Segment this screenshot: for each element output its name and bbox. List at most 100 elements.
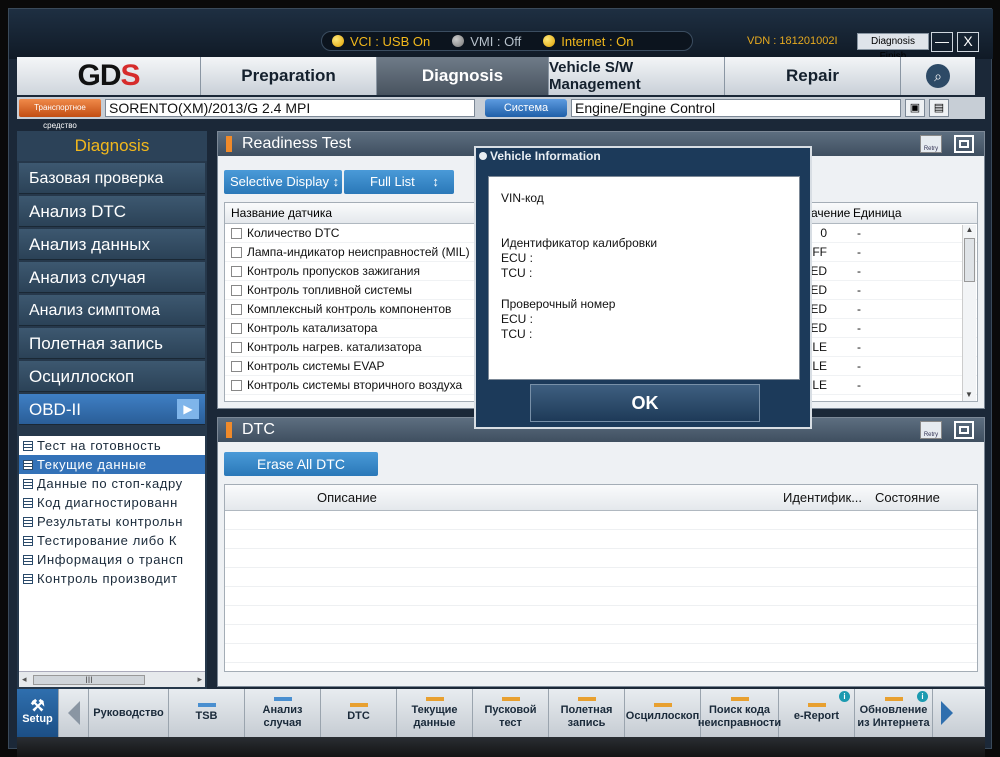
vci-status-icon: [332, 35, 344, 47]
status-bar-icon: [730, 696, 749, 701]
vehicle-field[interactable]: SORENTO(XM)/2013/G 2.4 MPI: [105, 99, 475, 117]
toolbar-dtc-search-button[interactable]: Поиск кода неисправности: [698, 689, 781, 737]
sidebar-item-oscilloscope[interactable]: Осциллоскоп: [19, 361, 205, 392]
row-checkbox[interactable]: [231, 380, 242, 391]
status-bar-icon: [425, 696, 444, 701]
row-checkbox[interactable]: [231, 361, 242, 372]
maximize-icon[interactable]: [954, 135, 974, 153]
toolbar-actuation-test-button[interactable]: Пусковой тест: [473, 689, 549, 737]
dialog-body: VIN-код Идентификатор калибровки ECU : T…: [488, 176, 800, 380]
search-button[interactable]: ⌕: [901, 57, 975, 95]
col-sensor-name[interactable]: Название датчика: [231, 203, 332, 224]
tab-preparation[interactable]: Preparation: [201, 57, 377, 95]
toolbar-internet-update-button[interactable]: i Обновление из Интернета: [855, 689, 933, 737]
chevron-left-icon[interactable]: ◂: [22, 674, 27, 685]
chevron-up-icon[interactable]: ▲: [963, 225, 976, 234]
diagnosis-finish-button[interactable]: Diagnosis Finish: [857, 33, 929, 62]
tab-repair[interactable]: Repair: [725, 57, 901, 95]
info-icon: i: [917, 691, 928, 702]
table-row: [225, 644, 977, 663]
row-checkbox[interactable]: [231, 285, 242, 296]
sidebar-item-symptom-analysis[interactable]: Анализ симптома: [19, 295, 205, 326]
toolbar-flight-record-button[interactable]: Полетная запись: [549, 689, 625, 737]
list-item[interactable]: Информация о трансп: [19, 550, 205, 569]
info-icon: i: [839, 691, 850, 702]
check-number-tcu: TCU :: [501, 327, 533, 341]
document-icon: [23, 574, 33, 584]
calibration-tcu: TCU :: [501, 266, 533, 280]
scrollbar-thumb[interactable]: III: [33, 675, 145, 685]
system-field[interactable]: Engine/Engine Control: [571, 99, 901, 117]
vci-status: VCI : USB On: [350, 33, 431, 49]
toolbar-tsb-button[interactable]: TSB: [169, 689, 245, 737]
back-button[interactable]: [59, 689, 89, 737]
close-button[interactable]: X: [957, 32, 979, 52]
erase-all-dtc-button[interactable]: Erase All DTC: [224, 452, 378, 476]
full-list-dropdown[interactable]: Full List ↕: [344, 170, 454, 194]
sidebar-item-obd2[interactable]: OBD-II ▶: [19, 394, 205, 425]
row-checkbox[interactable]: [231, 266, 242, 277]
chevron-right-icon[interactable]: ▸: [197, 674, 202, 685]
toolbar-current-data-button[interactable]: Текущие данные: [397, 689, 473, 737]
list-item[interactable]: Контроль производит: [19, 569, 205, 588]
table-row: [225, 568, 977, 587]
list-item[interactable]: Результаты контрольн: [19, 512, 205, 531]
sidebar-item-basic-check[interactable]: Базовая проверка: [19, 163, 205, 194]
toolbar-ereport-button[interactable]: i e-Report: [779, 689, 855, 737]
col-state[interactable]: Состояние: [875, 485, 940, 511]
setup-button[interactable]: ⚒ Setup: [17, 689, 59, 737]
col-description[interactable]: Описание: [317, 485, 377, 511]
sidebar-item-data-analysis[interactable]: Анализ данных: [19, 229, 205, 260]
car-dashboard-strip: [17, 737, 985, 757]
scrollbar-thumb[interactable]: [964, 238, 975, 282]
selective-display-dropdown[interactable]: Selective Display ↕: [224, 170, 342, 194]
status-bar-icon: [501, 696, 520, 701]
row-checkbox[interactable]: [231, 247, 242, 258]
system-select-button[interactable]: Система: [485, 99, 567, 117]
panel-marker: [226, 422, 232, 438]
col-value[interactable]: ачение: [811, 203, 850, 224]
status-bar: VCI : USB On VMI : Off Internet : On VDN…: [9, 9, 993, 62]
toolbar-case-analysis-button[interactable]: Анализ случая: [245, 689, 321, 737]
tools-icon: ⚒: [30, 698, 45, 715]
list-item[interactable]: Тест на готовность: [19, 436, 205, 455]
sidebar-item-flight-record[interactable]: Полетная запись: [19, 328, 205, 359]
chevron-down-icon[interactable]: ▼: [963, 390, 975, 399]
sidebar-item-case-analysis[interactable]: Анализ случая: [19, 262, 205, 293]
col-identifier[interactable]: Идентифик...: [783, 485, 862, 511]
tab-vehicle-sw-management[interactable]: Vehicle S/W Management: [549, 57, 725, 95]
vin-label: VIN-код: [501, 191, 544, 205]
ok-button[interactable]: OK: [530, 384, 760, 422]
status-bar-icon: [273, 696, 292, 701]
camera-icon[interactable]: ▣: [905, 99, 925, 117]
horizontal-scrollbar[interactable]: ◂ III ▸: [19, 671, 205, 687]
sidebar-item-dtc-analysis[interactable]: Анализ DTC: [19, 196, 205, 227]
arrow-left-icon: [67, 701, 80, 725]
internet-status-icon: [543, 35, 556, 47]
list-item[interactable]: Данные по стоп-кадру: [19, 474, 205, 493]
dialog-title: Vehicle Information: [476, 148, 810, 164]
toolbar-oscilloscope-button[interactable]: Осциллоскоп: [625, 689, 701, 737]
row-checkbox[interactable]: [231, 342, 242, 353]
row-checkbox[interactable]: [231, 304, 242, 315]
next-button[interactable]: [933, 689, 961, 737]
vehicle-information-dialog: Vehicle Information VIN-код Идентификато…: [474, 146, 812, 429]
toolbar-dtc-button[interactable]: DTC: [321, 689, 397, 737]
tab-diagnosis[interactable]: Diagnosis: [377, 57, 549, 95]
check-number-ecu: ECU :: [501, 312, 534, 326]
vertical-scrollbar[interactable]: ▲ ▼: [962, 225, 976, 401]
maximize-icon[interactable]: [954, 421, 974, 439]
row-checkbox[interactable]: [231, 323, 242, 334]
list-item[interactable]: Код диагностированн: [19, 493, 205, 512]
layout-icon[interactable]: ▤: [929, 99, 949, 117]
retry-icon[interactable]: Retry: [920, 421, 942, 439]
row-checkbox[interactable]: [231, 228, 242, 239]
table-row: [225, 625, 977, 644]
vehicle-select-button[interactable]: Транспортное средство: [19, 99, 101, 130]
col-unit[interactable]: Единица: [853, 203, 902, 224]
minimize-button[interactable]: —: [931, 32, 953, 52]
retry-icon[interactable]: Retry: [920, 135, 942, 153]
toolbar-manual-button[interactable]: Руководство: [89, 689, 169, 737]
list-item[interactable]: Тестирование либо К: [19, 531, 205, 550]
list-item[interactable]: Текущие данные: [19, 455, 205, 474]
